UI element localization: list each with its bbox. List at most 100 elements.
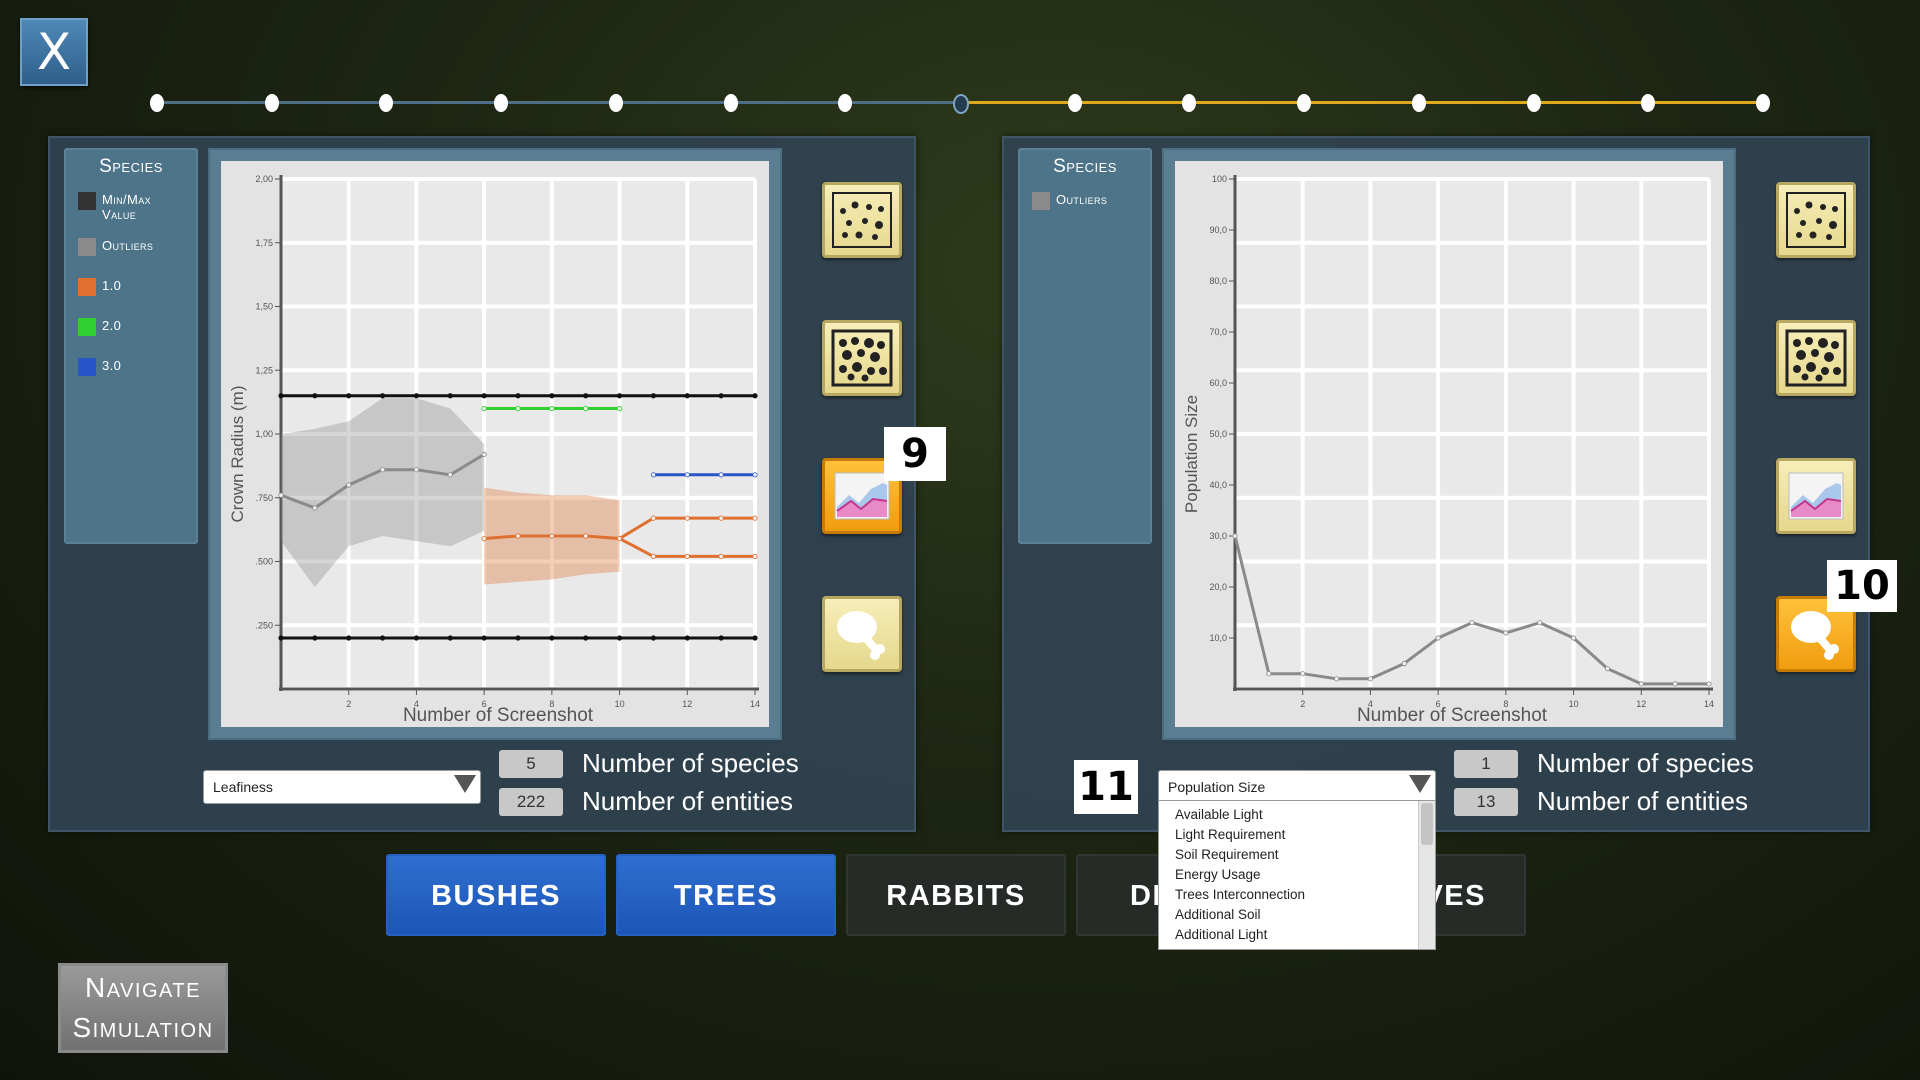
y-tick-label: 40,0 (1209, 480, 1227, 490)
y-axis-label: Population Size (1182, 395, 1201, 513)
legend-left: Species Min/Max Value Outliers 1.0 2.0 3.0 (64, 148, 198, 544)
num-species-label: Number of species (582, 748, 799, 778)
metric-dropdown-list[interactable]: Available Light Light Requirement Soil Req… (1158, 800, 1436, 950)
legend-label: 3.0 (102, 358, 122, 373)
scatter-dense-button[interactable] (822, 320, 902, 396)
legend-swatch (1032, 192, 1050, 210)
legend-item: Min/Max Value (78, 192, 166, 222)
data-point (312, 635, 318, 641)
data-point (481, 405, 487, 412)
data-point (752, 515, 758, 521)
x-tick-label: 12 (682, 699, 692, 709)
data-point (583, 405, 589, 412)
scatter-sparse-button[interactable] (822, 182, 902, 258)
y-tick-label: 100 (1212, 174, 1227, 184)
sparse-dots-icon (832, 192, 892, 248)
data-point (278, 393, 284, 399)
dropdown-option[interactable]: Additional Light (1159, 925, 1435, 945)
timeline-step[interactable] (494, 94, 509, 112)
data-point (413, 467, 420, 473)
data-point (616, 635, 623, 641)
data-point (684, 635, 690, 641)
data-point (346, 635, 352, 641)
data-point (278, 492, 284, 498)
dropdown-option[interactable]: Soil Requirement (1159, 845, 1435, 865)
y-tick-label: 70,0 (1209, 327, 1227, 337)
legend-swatch (78, 358, 96, 376)
data-point (752, 553, 758, 559)
dropdown-option[interactable]: Additional Soil (1159, 905, 1435, 925)
data-point (549, 405, 555, 412)
y-tick-label: 60,0 (1209, 378, 1227, 388)
y-tick-label: 1,50 (255, 302, 273, 312)
data-point (650, 553, 657, 559)
drumstick-button[interactable] (822, 596, 902, 672)
y-tick-label: 30,0 (1209, 531, 1227, 541)
sparse-dots-icon (1786, 192, 1846, 248)
data-point (684, 393, 690, 399)
x-axis-label: Number of Screenshot (403, 705, 594, 726)
data-point (413, 635, 420, 641)
dropdown-value: Leafiness (213, 779, 273, 795)
scrollbar-thumb[interactable] (1421, 803, 1433, 845)
data-point (515, 635, 521, 641)
timeline-step[interactable] (379, 94, 394, 112)
scatter-sparse-button[interactable] (1776, 182, 1856, 258)
tab-bushes[interactable]: BUSHES (386, 854, 606, 936)
data-point (413, 393, 420, 399)
y-tick-label: 90,0 (1209, 225, 1227, 235)
timeline-step[interactable] (838, 94, 853, 112)
data-point (1435, 635, 1441, 641)
timeline-step-current[interactable] (953, 94, 969, 114)
timeline (0, 0, 1920, 130)
timeline-step[interactable] (1526, 94, 1541, 112)
dropdown-option[interactable]: Trees Interconnection (1159, 885, 1435, 905)
nav-button-line1: Navigate (85, 972, 201, 1003)
data-point (718, 515, 724, 521)
data-point (1604, 665, 1611, 672)
scatter-dense-button[interactable] (1776, 320, 1856, 396)
timeline-step[interactable] (1182, 94, 1197, 112)
data-point (379, 393, 386, 399)
timeline-step[interactable] (1641, 94, 1656, 112)
navigate-simulation-button[interactable]: Navigate Simulation (58, 963, 228, 1053)
data-point (616, 535, 623, 542)
dropdown-option[interactable]: Light Requirement (1159, 825, 1435, 845)
y-tick-label: 1,00 (255, 429, 273, 439)
dropdown-option[interactable]: Available Light (1159, 805, 1435, 825)
dropdown-option[interactable]: Energy Usage (1159, 865, 1435, 885)
dropdown-scrollbar[interactable] (1418, 801, 1435, 949)
legend-label: Min/Max Value (102, 192, 152, 222)
x-axis-label: Number of Screenshot (1357, 705, 1548, 726)
timeline-step[interactable] (723, 94, 738, 112)
num-species-value: 5 (499, 750, 563, 778)
chevron-down-icon (454, 775, 476, 793)
tab-rabbits[interactable]: RABBITS (846, 854, 1066, 936)
data-point (312, 393, 318, 399)
timeline-step[interactable] (1297, 94, 1312, 112)
left-chart-area: 2 4 6 8 10 12 14.250.500.750 1,00 1,25 1,50 1,75 2,… (221, 161, 769, 727)
timeline-step[interactable] (1067, 94, 1082, 112)
timeline-step[interactable] (1411, 94, 1426, 112)
area-chart-button[interactable] (1776, 458, 1856, 534)
legend-swatch (78, 318, 96, 336)
data-point (752, 393, 758, 399)
num-entities-value: 222 (499, 788, 563, 816)
timeline-step[interactable] (608, 94, 623, 112)
data-point (1367, 676, 1374, 682)
legend-label: Outliers (102, 238, 154, 253)
left-metric-dropdown[interactable]: Leafiness (203, 770, 481, 804)
data-point (515, 405, 521, 412)
tab-trees[interactable]: TREES (616, 854, 836, 936)
timeline-step[interactable] (1756, 94, 1770, 112)
right-metric-dropdown[interactable]: Population Size (1158, 770, 1436, 804)
timeline-step[interactable] (264, 94, 279, 112)
data-point (549, 533, 555, 539)
timeline-step[interactable] (150, 94, 164, 112)
y-tick-label: 50,0 (1209, 429, 1227, 439)
num-species-label: Number of species (1537, 748, 1754, 778)
area-chart-icon (1788, 472, 1844, 520)
data-point (278, 635, 284, 641)
data-point (616, 405, 623, 412)
legend-item: 3.0 (78, 358, 121, 376)
